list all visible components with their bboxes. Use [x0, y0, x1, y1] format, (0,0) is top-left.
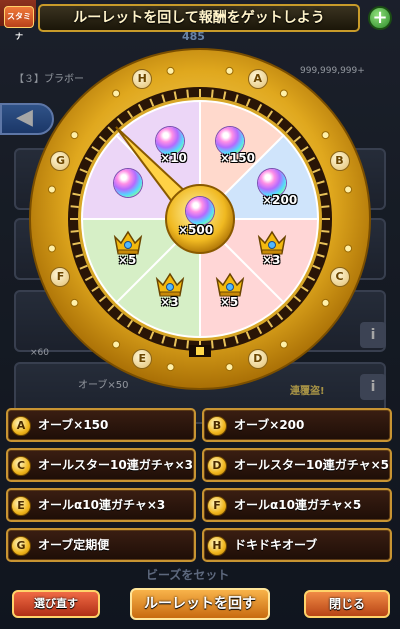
ring-stud — [70, 298, 79, 307]
ring-stud — [279, 89, 288, 98]
ring-stud — [112, 89, 121, 98]
center-orb-icon — [186, 197, 214, 225]
reward-letter-badge: F — [207, 496, 227, 516]
tick-mark — [321, 205, 330, 209]
reward-letter-badge: C — [11, 456, 31, 476]
reward-text: オールスター10連ガチャ×3 — [38, 458, 193, 472]
tick-mark — [210, 89, 214, 98]
ring-stud — [344, 185, 353, 194]
spin-roulette-button[interactable]: ルーレットを回す — [130, 588, 270, 620]
tick-mark — [210, 340, 214, 349]
ring-letter-d: D — [247, 348, 268, 369]
close-button[interactable]: 閉じる — [304, 590, 390, 618]
roulette-wheel[interactable]: ABCDEFGH ×150 ×200 ×3 ×5 ×3 ×5 ×10 ×500 — [28, 47, 372, 391]
reward-item-g: G オーブ定期便 — [6, 528, 196, 562]
ring-stud — [279, 340, 288, 349]
ring-stud — [47, 185, 56, 194]
reward-list: A オーブ×150 B オーブ×200 C オールスター10連ガチャ×3 D オールスター10… — [6, 400, 394, 578]
ring-letter-e: E — [132, 348, 153, 369]
ring-stud — [321, 298, 330, 307]
reward-text: オーブ×200 — [234, 418, 305, 432]
center-label: ×500 — [178, 223, 214, 237]
choose-again-button[interactable]: 選び直す — [12, 590, 100, 618]
reward-letter-badge: D — [207, 456, 227, 476]
orb-icon — [113, 169, 142, 198]
reward-letter-badge: B — [207, 416, 227, 436]
add-stamina-button[interactable]: + — [368, 6, 392, 30]
ring-stud — [70, 131, 79, 140]
ring-stud — [344, 244, 353, 253]
ring-letter-c: C — [329, 266, 350, 287]
reward-item-h: H ドキドキオーブ — [202, 528, 392, 562]
reward-item-b: B オーブ×200 — [202, 408, 392, 442]
segment-label-b: ×200 — [262, 193, 298, 208]
reward-item-e: E オールα10連ガチャ×3 — [6, 488, 196, 522]
ring-stud — [225, 66, 234, 75]
reward-text: ドキドキオーブ — [234, 538, 318, 552]
tick-mark — [70, 205, 79, 209]
reward-item-c: C オールスター10連ガチャ×3 — [6, 448, 196, 482]
reward-item-a: A オーブ×150 — [6, 408, 196, 442]
reward-text: オーブ×150 — [38, 418, 109, 432]
segment-label-e: ×3 — [160, 295, 179, 310]
reward-item-f: F オールα10連ガチャ×5 — [202, 488, 392, 522]
reward-letter-badge: A — [11, 416, 31, 436]
ring-stud — [47, 244, 56, 253]
segment-label-h: ×10 — [160, 150, 187, 165]
tick-mark — [321, 229, 330, 233]
reward-text: オーブ定期便 — [38, 538, 110, 552]
stamina-badge: スタミナ — [4, 6, 34, 41]
tick-mark — [186, 340, 190, 349]
modal-title: ルーレットを回して報酬をゲットしよう — [38, 4, 360, 32]
ring-stud — [112, 340, 121, 349]
ring-stud — [321, 131, 330, 140]
selector-indicator — [196, 347, 204, 355]
tick-mark — [186, 89, 190, 98]
segment-label-f: ×5 — [117, 252, 137, 267]
segment-label-a: ×150 — [219, 150, 255, 165]
segment-label-c: ×3 — [262, 252, 281, 267]
reward-text: オールスター10連ガチャ×5 — [234, 458, 389, 472]
reward-letter-badge: G — [11, 536, 31, 556]
ring-stud — [166, 66, 175, 75]
reward-text: オールα10連ガチャ×5 — [234, 498, 362, 512]
reward-text: オールα10連ガチャ×3 — [38, 498, 166, 512]
tick-mark — [70, 229, 79, 233]
ring-letter-b: B — [329, 151, 350, 172]
ring-stud — [166, 363, 175, 372]
reward-letter-badge: H — [207, 536, 227, 556]
segment-label-d: ×5 — [219, 295, 239, 310]
ring-stud — [225, 363, 234, 372]
reward-item-d: D オールスター10連ガチャ×5 — [202, 448, 392, 482]
reward-letter-badge: E — [11, 496, 31, 516]
